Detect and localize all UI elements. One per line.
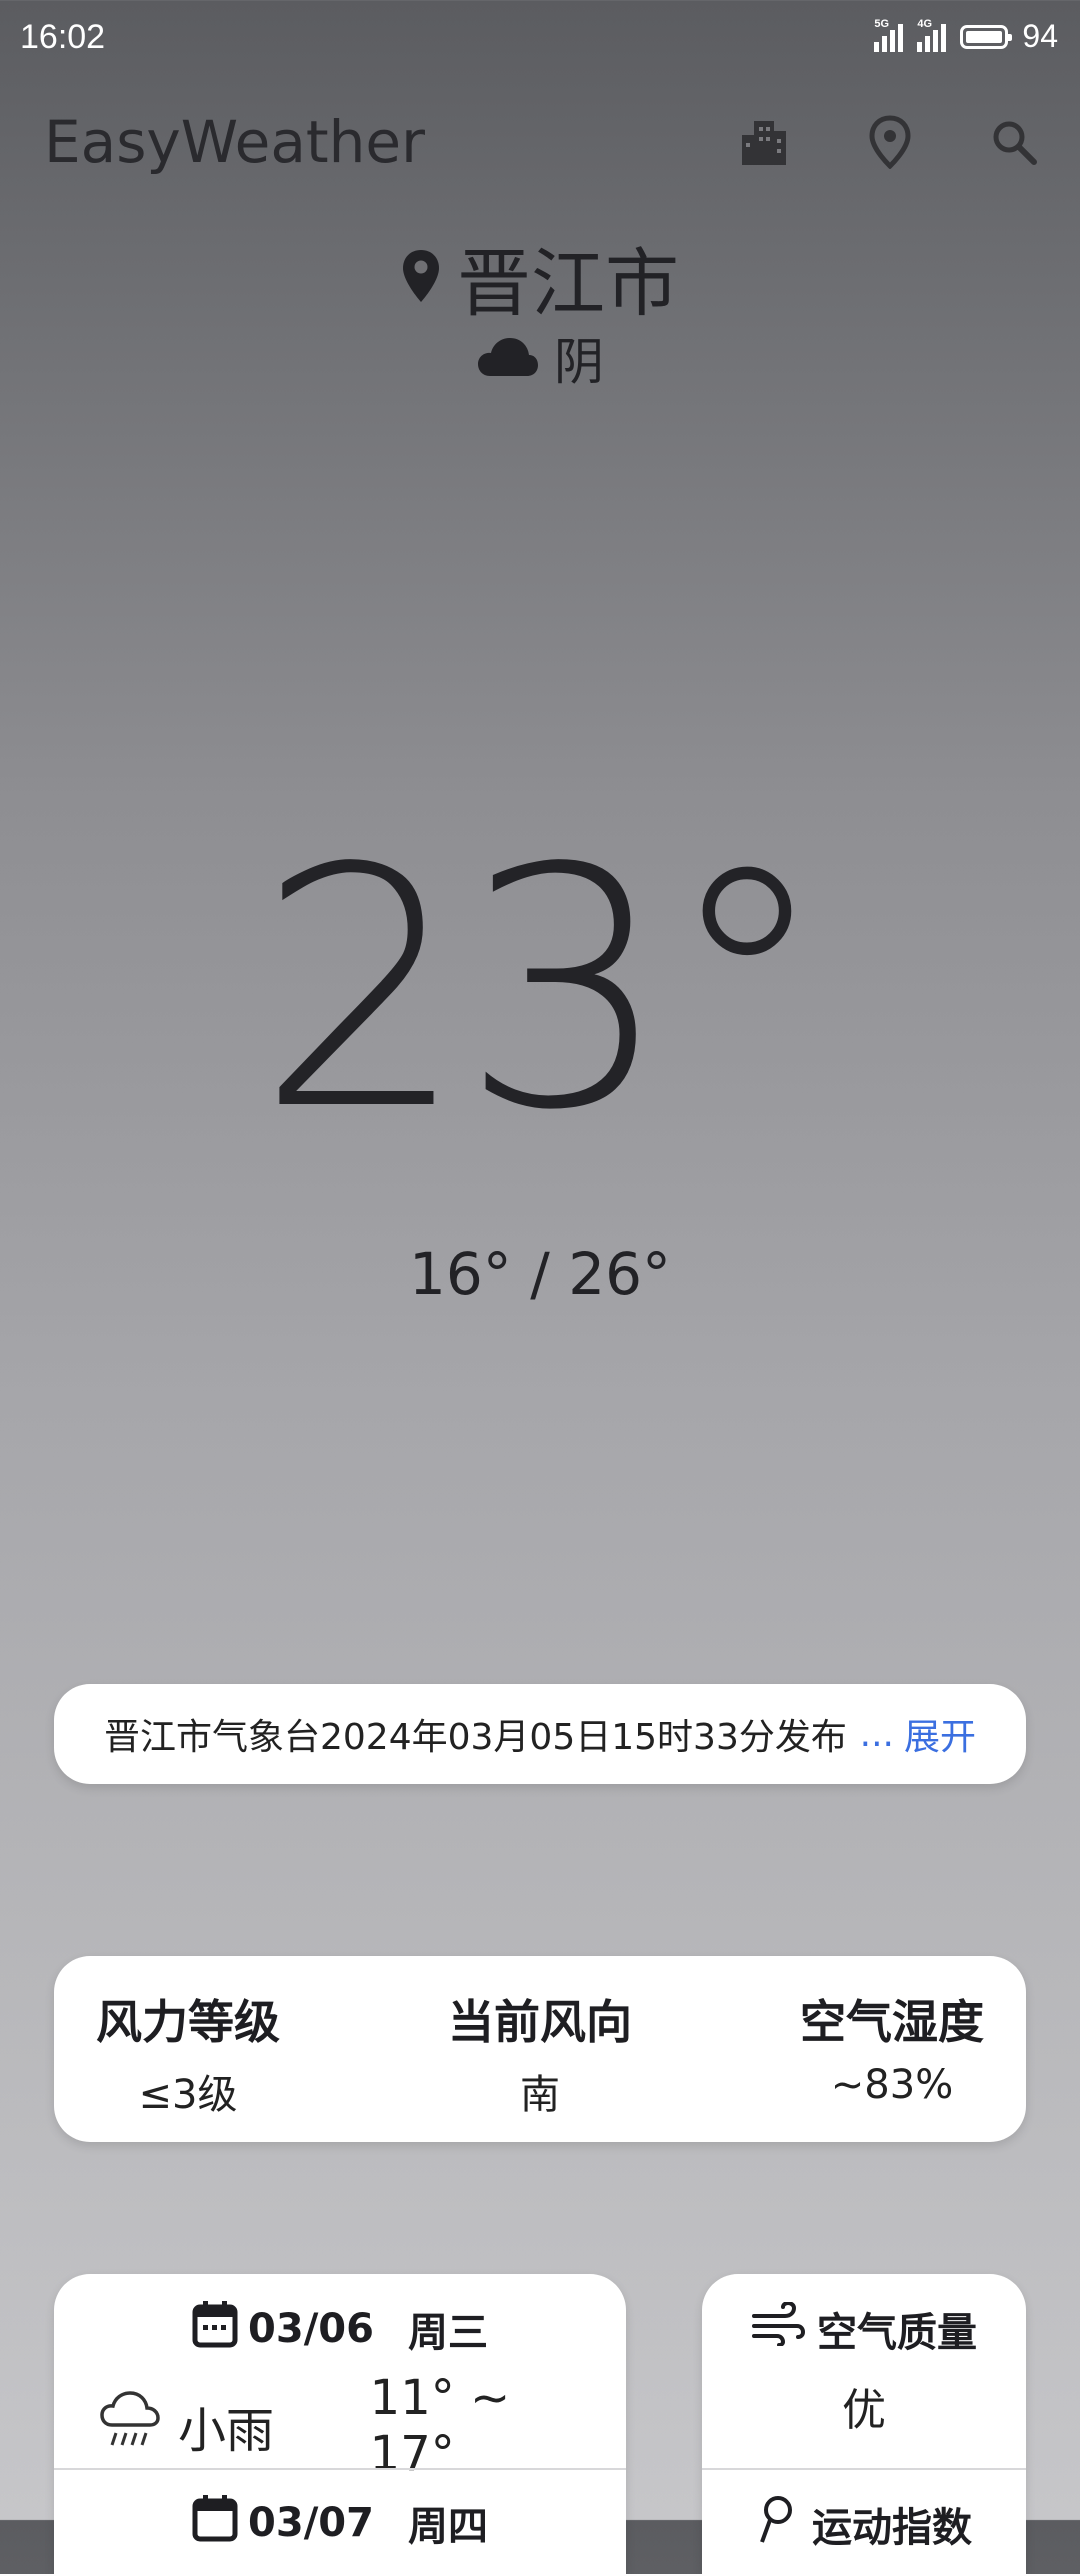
air-quality-label: 空气质量 bbox=[817, 2310, 977, 2356]
status-time: 16:02 bbox=[20, 18, 106, 56]
forecast-temp-range: 11° ~ 17° bbox=[369, 2370, 511, 2482]
forecast-divider bbox=[54, 2468, 626, 2470]
signal-5g-label: 5G bbox=[874, 17, 890, 30]
forecast-weather: 小雨 11° ~ 17° bbox=[100, 2370, 600, 2482]
wind-direction: 当前风向 南 bbox=[440, 1986, 640, 2142]
air-humidity: 空气湿度 ~83% bbox=[792, 1986, 992, 2142]
wind-direction-value: 南 bbox=[520, 2072, 560, 2118]
sport-index-label: 运动指数 bbox=[812, 2505, 972, 2551]
sport-index-header: 运动指数 bbox=[702, 2494, 1026, 2554]
forecast-date: 03/07 bbox=[248, 2500, 374, 2546]
sport-icon bbox=[756, 2494, 800, 2554]
wind-level-label: 风力等级 bbox=[96, 1995, 280, 2049]
forecast-weekday: 周三 bbox=[407, 2310, 488, 2356]
signal-4g-label: 4G bbox=[917, 17, 933, 30]
city-icon[interactable] bbox=[734, 112, 794, 172]
location-pin-icon[interactable] bbox=[860, 112, 920, 172]
wind-level: 风力等级 ≤3级 bbox=[88, 1986, 288, 2142]
status-indicators: 5G 4G 94 bbox=[874, 18, 1058, 55]
air-divider bbox=[702, 2468, 1026, 2470]
location-marker-icon bbox=[401, 248, 441, 308]
calendar-icon bbox=[192, 2300, 238, 2358]
cloud-icon bbox=[476, 334, 540, 382]
rain-icon bbox=[100, 2389, 162, 2463]
forecast-card[interactable]: 03/06 周三 小雨 11° ~ 17° 03/07 周四 bbox=[54, 2274, 626, 2574]
air-quality-header: 空气质量 bbox=[702, 2300, 1026, 2358]
air-quality-card[interactable]: 空气质量 优 运动指数 bbox=[702, 2274, 1026, 2574]
forecast-date: 03/06 bbox=[248, 2306, 374, 2352]
forecast-day-header: 03/07 周四 bbox=[54, 2494, 626, 2552]
search-icon[interactable] bbox=[984, 112, 1044, 172]
condition-row: 阴 bbox=[0, 322, 1080, 394]
calendar-icon bbox=[192, 2494, 238, 2552]
expand-link[interactable]: 展开 bbox=[904, 1708, 976, 1760]
battery-level: 94 bbox=[1022, 18, 1058, 54]
city-name: 晋江市 bbox=[457, 241, 679, 327]
current-temperature: 23° bbox=[256, 798, 830, 1182]
notice-text: 晋江市气象台2024年03月05日15时33分发布 bbox=[104, 1717, 847, 1758]
condition-text: 阴 bbox=[554, 333, 604, 391]
wind-level-value: ≤3级 bbox=[138, 2072, 238, 2118]
forecast-description: 小雨 bbox=[178, 2403, 275, 2459]
forecast-weekday: 周四 bbox=[407, 2504, 488, 2550]
battery-icon bbox=[960, 24, 1013, 49]
wind-direction-label: 当前风向 bbox=[448, 1995, 632, 2049]
app-title: EasyWeather bbox=[44, 108, 425, 176]
wind-icon bbox=[751, 2300, 806, 2356]
air-quality-value: 优 bbox=[842, 2385, 886, 2436]
signal-4g-icon: 4G bbox=[917, 18, 947, 52]
forecast-day-header: 03/06 周三 bbox=[54, 2300, 626, 2358]
humidity-label: 空气湿度 bbox=[800, 1995, 984, 2049]
city-header: 晋江市 bbox=[0, 224, 1080, 331]
temperature-range: 16° / 26° bbox=[408, 1240, 672, 1308]
weather-notice-card[interactable]: 晋江市气象台2024年03月05日15时33分发布 ... 展开 bbox=[54, 1684, 1026, 1784]
notice-ellipsis: ... bbox=[859, 1713, 894, 1755]
wind-info-card: 风力等级 ≤3级 当前风向 南 空气湿度 ~83% bbox=[54, 1956, 1026, 2142]
signal-5g-icon: 5G bbox=[874, 18, 904, 52]
humidity-value: ~83% bbox=[830, 2062, 954, 2108]
